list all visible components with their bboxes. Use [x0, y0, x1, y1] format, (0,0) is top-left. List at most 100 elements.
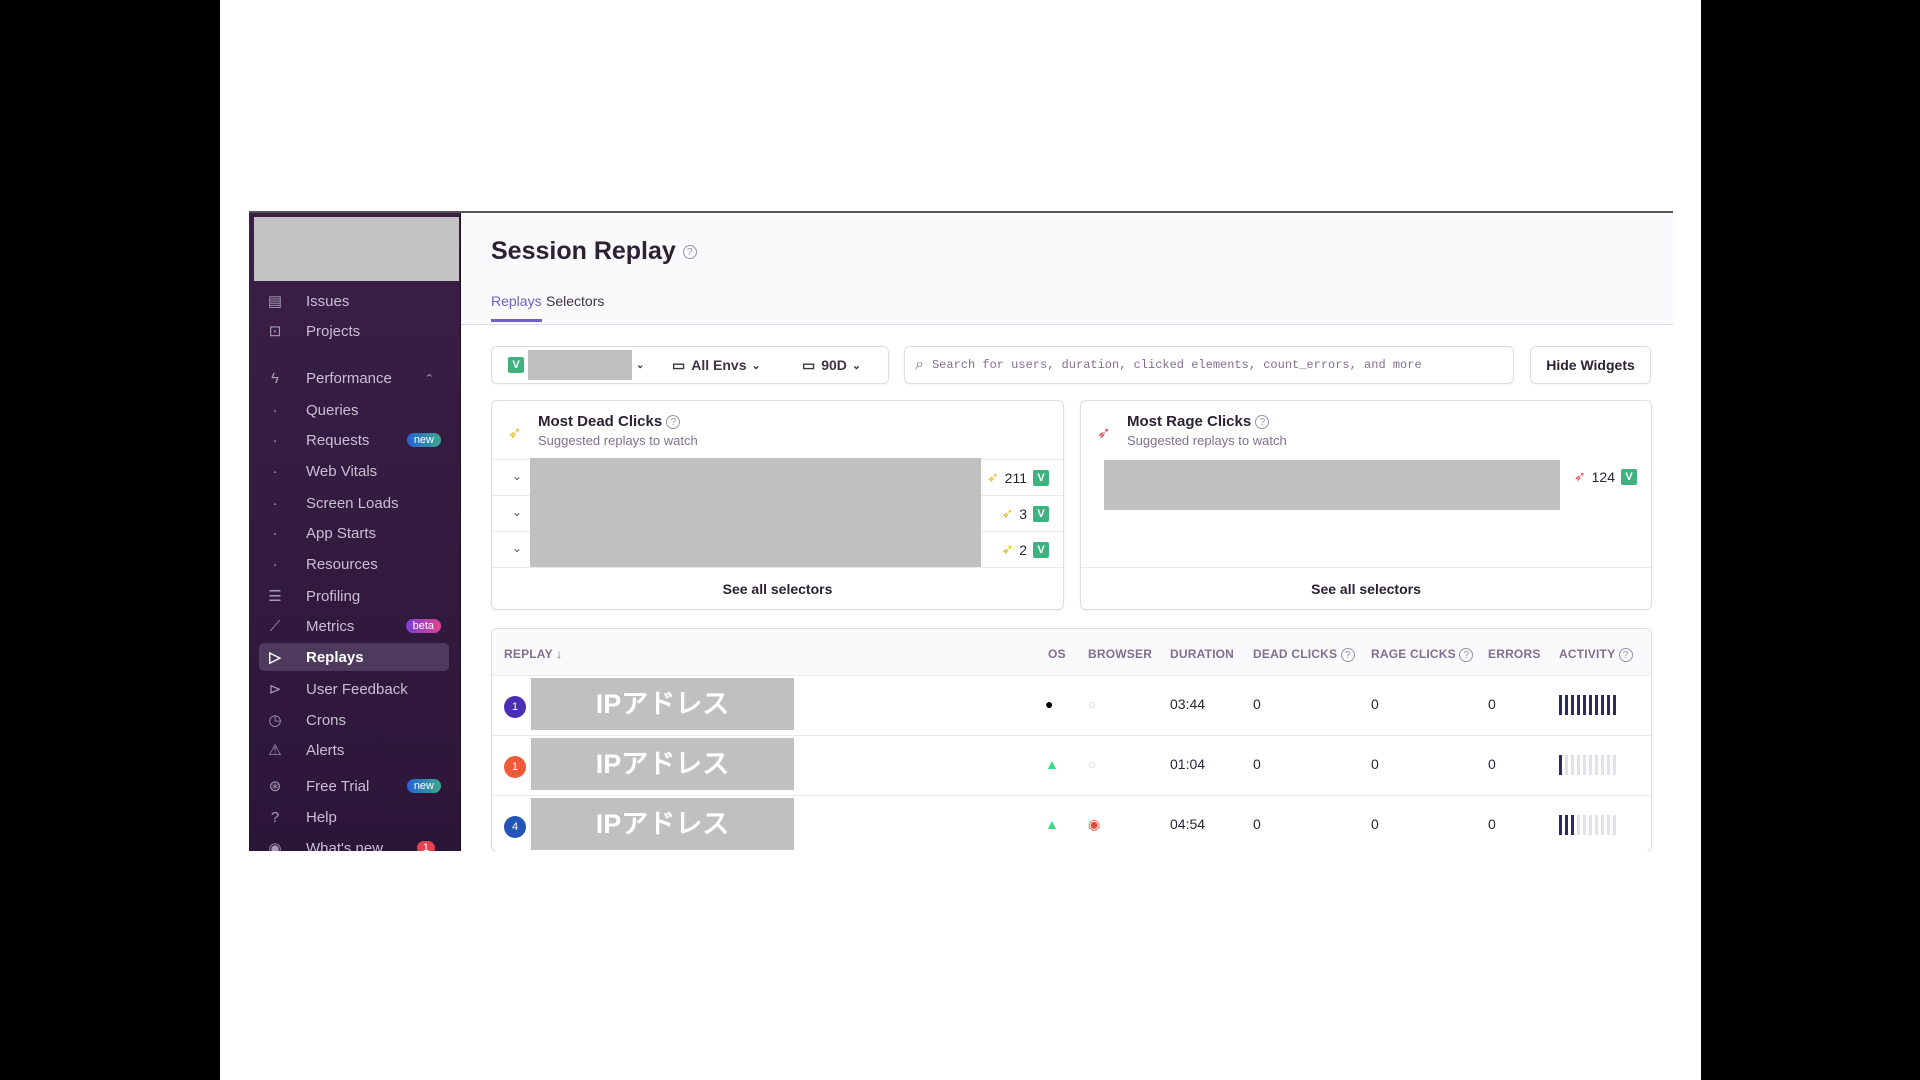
chevron-down-icon[interactable]: ⌄ — [512, 541, 522, 555]
cursor-click-icon: ➶ — [1001, 541, 1014, 557]
sidebar-item-label: Profiling — [306, 587, 361, 605]
selector-redacted — [1104, 460, 1560, 510]
org-logo-redacted[interactable] — [254, 217, 459, 281]
sidebar-item-label: Queries — [306, 401, 359, 419]
sidebar-badge: beta — [405, 619, 441, 633]
sidebar-item-user-feedback[interactable]: ⊳ User Feedback — [259, 675, 449, 703]
sidebar-item-web-vitals[interactable]: · Web Vitals — [259, 457, 449, 485]
errors: 0 — [1488, 816, 1496, 832]
column-os[interactable]: OS — [1048, 647, 1066, 661]
sidebar-item-help[interactable]: ? Help — [259, 803, 449, 831]
question-icon: ? — [270, 808, 280, 826]
dead-clicks: 0 — [1253, 816, 1261, 832]
sidebar-item-alerts[interactable]: ⚠ Alerts — [259, 736, 449, 764]
main: Session Replay ? Replays Selectors V ⌄ ▭ A… — [461, 213, 1673, 851]
sidebar-item-what-s-new[interactable]: ◉ What's new 1 — [259, 834, 449, 851]
unknown-browser-icon: ○ — [1088, 696, 1097, 712]
siren-icon: ⚠ — [268, 742, 282, 759]
rage-clicks-widget: ➶ Most Rage Clicks ? Suggested replays t… — [1080, 400, 1652, 610]
sidebar-item-queries[interactable]: · Queries — [259, 396, 449, 424]
help-icon[interactable]: ? — [1255, 415, 1270, 430]
see-all-selectors-link[interactable]: See all selectors — [1081, 567, 1651, 609]
sidebar-item-replays[interactable]: ▷ Replays — [259, 643, 449, 671]
sidebar-item-label: Requests — [306, 431, 370, 449]
replay-name-redacted[interactable]: IPアドレス — [531, 738, 794, 790]
lightning-circle-icon: ⊛ — [268, 778, 282, 795]
sidebar-item-metrics[interactable]: ⟋ Metrics beta — [259, 612, 449, 640]
sidebar-item-resources[interactable]: · Resources — [259, 550, 449, 578]
project-badge: 4 — [504, 816, 526, 838]
column-replay[interactable]: REPLAY ↓ — [504, 647, 562, 661]
table-row[interactable]: 1 IPアドレス ▲ ○ 01:04 0 0 0 — [492, 735, 1651, 795]
replays-table: REPLAY ↓ OS BROWSER DURATION DEAD CLICKS… — [491, 628, 1652, 851]
see-all-selectors-link[interactable]: See all selectors — [492, 567, 1063, 609]
bullet-icon: · — [272, 431, 278, 449]
sidebar-item-label: Help — [306, 808, 337, 826]
chevron-down-icon: ⌄ — [751, 359, 761, 372]
help-icon[interactable]: ? — [666, 415, 681, 430]
tab-replays[interactable]: Replays — [491, 293, 542, 322]
megaphone-icon: ⊳ — [268, 681, 282, 698]
replay-name-redacted[interactable]: IPアドレス — [531, 798, 794, 850]
column-duration[interactable]: DURATION — [1170, 647, 1234, 661]
vue-icon: V — [1621, 468, 1637, 485]
tab-selectors[interactable]: Selectors — [546, 293, 604, 319]
project-badge: 1 — [504, 696, 526, 718]
calendar-icon: ▭ — [802, 356, 816, 373]
sidebar-item-label: What's new — [306, 839, 384, 852]
help-icon[interactable]: ? — [682, 245, 697, 260]
column-browser[interactable]: BROWSER — [1088, 647, 1152, 661]
lightning-icon: ϟ — [271, 369, 279, 387]
column-dead-clicks[interactable]: DEAD CLICKS ? — [1253, 647, 1355, 662]
column-rage-clicks[interactable]: RAGE CLICKS ? — [1371, 647, 1474, 662]
replay-name-redacted[interactable]: IPアドレス — [531, 678, 794, 730]
sidebar-item-label: Metrics — [306, 617, 355, 635]
chevron-up-icon[interactable]: ⌃ — [418, 371, 441, 386]
table-row[interactable]: 4 IPアドレス ▲ ◉ 04:54 0 0 0 — [492, 795, 1651, 851]
sidebar-item-projects[interactable]: ⊡ Projects — [259, 317, 449, 345]
hide-widgets-button[interactable]: Hide Widgets — [1530, 346, 1651, 384]
chevron-down-icon[interactable]: ⌄ — [512, 469, 522, 483]
vue-icon: V — [1033, 541, 1049, 558]
content: V ⌄ ▭ All Envs ⌄ ▭ 90D ⌄ ⌕ Search for users, … — [461, 326, 1673, 851]
rage-clicks: 0 — [1371, 816, 1379, 832]
env-selector[interactable]: ▭ All Envs ⌄ — [672, 347, 761, 383]
dead-clicks: 0 — [1253, 696, 1261, 712]
column-errors[interactable]: ERRORS — [1488, 647, 1541, 661]
sidebar-item-crons[interactable]: ◷ Crons — [259, 706, 449, 734]
sidebar-item-app-starts[interactable]: · App Starts — [259, 519, 449, 547]
filter-bar: V ⌄ ▭ All Envs ⌄ ▭ 90D ⌄ — [491, 346, 889, 384]
sidebar-item-requests[interactable]: · Requests new — [259, 426, 449, 454]
chevron-down-icon: ⌄ — [636, 359, 645, 371]
table-row[interactable]: 1 IPアドレス ● ○ 03:44 0 0 0 — [492, 675, 1651, 735]
sidebar-item-label: Performance — [306, 369, 392, 387]
folder-code-icon: ⊡ — [268, 323, 282, 340]
vue-icon: V — [508, 357, 524, 373]
errors: 0 — [1488, 696, 1496, 712]
history-icon: ◷ — [268, 712, 282, 729]
sidebar-item-profiling[interactable]: ☰ Profiling — [259, 582, 449, 610]
sidebar-badge: new — [406, 779, 441, 793]
dead-clicks-widget: ➶ Most Dead Clicks ? Suggested replays t… — [491, 400, 1064, 610]
vue-icon: V — [1033, 505, 1049, 522]
bullet-icon: · — [272, 494, 278, 512]
sidebar-item-label: Issues — [306, 292, 350, 310]
activity-bar — [1559, 815, 1616, 835]
project-selector[interactable]: V ⌄ — [508, 347, 644, 383]
chevron-down-icon[interactable]: ⌄ — [512, 505, 522, 519]
inbox-icon: ▤ — [267, 293, 283, 310]
widget-title: Most Rage Clicks ? — [1127, 413, 1270, 430]
sidebar-item-label: Free Trial — [306, 777, 370, 795]
column-activity[interactable]: ACTIVITY ? — [1559, 647, 1633, 662]
sidebar-item-performance[interactable]: ϟ Performance ⌃ — [259, 364, 449, 392]
rage-clicks: 0 — [1371, 696, 1379, 712]
cursor-click-icon: ➶ — [1097, 425, 1111, 442]
sidebar-item-screen-loads[interactable]: · Screen Loads — [259, 489, 449, 517]
sidebar-item-issues[interactable]: ▤ Issues — [259, 287, 449, 315]
search-input[interactable]: ⌕ Search for users, duration, clicked el… — [904, 346, 1514, 384]
page-title: Session Replay ? — [491, 237, 697, 266]
calendar-icon: ▭ — [672, 356, 686, 373]
period-selector[interactable]: ▭ 90D ⌄ — [802, 347, 861, 383]
sidebar-item-free-trial[interactable]: ⊛ Free Trial new — [259, 772, 449, 800]
play-icon: ▷ — [269, 649, 281, 666]
